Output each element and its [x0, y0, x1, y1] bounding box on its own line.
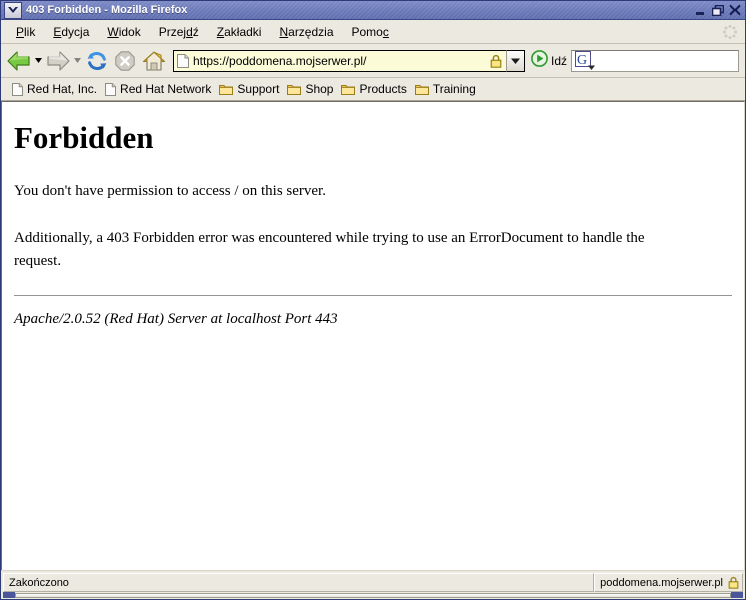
close-icon[interactable] — [727, 3, 742, 18]
navigation-toolbar: https://poddomena.mojserwer.pl/ Idź G — [1, 44, 745, 78]
go-button[interactable]: Idź — [531, 49, 567, 72]
bookmark-label: Red Hat Network — [120, 82, 212, 96]
menu-bar: Plik Edycja Widok Przejdź Zakładki Narzę… — [1, 20, 745, 44]
menu-przejdz[interactable]: Przejdź — [150, 23, 208, 41]
status-text: Zakończono — [3, 573, 595, 592]
bookmark-label: Shop — [305, 82, 334, 96]
resize-grip-left[interactable] — [3, 592, 15, 598]
bookmark-label: Red Hat, Inc. — [27, 82, 98, 96]
folder-icon — [287, 83, 302, 95]
padlock-icon[interactable] — [728, 576, 739, 589]
menu-edycja[interactable]: Edycja — [44, 23, 98, 41]
minimize-icon[interactable] — [693, 3, 708, 18]
bookmark-red-hat-inc[interactable]: Red Hat, Inc. — [9, 81, 102, 97]
folder-icon — [341, 83, 356, 95]
url-text: https://poddomena.mojserwer.pl/ — [193, 53, 367, 68]
security-domain-label: poddomena.mojserwer.pl — [600, 576, 723, 589]
url-dropdown-button[interactable] — [505, 49, 525, 72]
bookmark-folder-training[interactable]: Training — [412, 81, 481, 97]
forward-button — [44, 47, 72, 75]
svg-text:G: G — [577, 53, 587, 68]
url-input[interactable]: https://poddomena.mojserwer.pl/ — [173, 49, 506, 72]
go-icon — [531, 49, 548, 72]
error-message-secondary: Additionally, a 403 Forbidden error was … — [14, 230, 645, 269]
error-page: Forbidden You don't have permission to a… — [2, 102, 744, 330]
folder-icon — [219, 83, 234, 95]
back-button[interactable] — [5, 47, 33, 75]
status-bar: Zakończono poddomena.mojserwer.pl — [1, 570, 745, 592]
back-history-dropdown[interactable] — [33, 47, 44, 75]
chevron-down-icon[interactable] — [4, 1, 22, 19]
bookmark-label: Training — [432, 82, 476, 96]
bookmark-folder-products[interactable]: Products — [338, 81, 411, 97]
throbber-icon — [722, 24, 738, 40]
resize-bar[interactable] — [15, 592, 731, 598]
content-area: Forbidden You don't have permission to a… — [1, 101, 745, 570]
window-title: 403 Forbidden - Mozilla Firefox — [26, 4, 188, 16]
divider — [14, 295, 732, 296]
browser-window: 403 Forbidden - Mozilla Firefox Plik Edy… — [0, 0, 746, 600]
forward-history-dropdown — [72, 47, 83, 75]
page-title: Forbidden — [14, 120, 154, 155]
restore-icon[interactable] — [710, 3, 725, 18]
bookmark-red-hat-network[interactable]: Red Hat Network — [102, 81, 216, 97]
menu-pomoc[interactable]: Pomoc — [343, 23, 398, 41]
page-icon — [105, 82, 117, 96]
google-g-icon[interactable]: G — [575, 51, 597, 70]
security-indicator[interactable]: poddomena.mojserwer.pl — [594, 573, 743, 592]
page-icon — [12, 82, 23, 96]
bookmarks-toolbar: Red Hat, Inc. Red Hat Network Support Sh… — [1, 78, 745, 101]
menu-plik[interactable]: Plik — [7, 23, 44, 41]
location-bar[interactable]: https://poddomena.mojserwer.pl/ — [173, 49, 525, 72]
title-bar[interactable]: 403 Forbidden - Mozilla Firefox — [1, 1, 745, 20]
menu-narzedzia[interactable]: Narzędzia — [270, 23, 342, 41]
search-input[interactable]: G — [571, 49, 739, 72]
bookmark-folder-support[interactable]: Support — [216, 81, 284, 97]
bookmark-label: Products — [359, 82, 407, 96]
folder-icon — [414, 83, 429, 95]
reload-button[interactable] — [83, 47, 111, 75]
menu-zakladki[interactable]: Zakładki — [208, 23, 271, 41]
error-message-primary: You don't have permission to access / on… — [14, 183, 326, 199]
window-resize-strip[interactable] — [1, 592, 745, 599]
go-label: Idź — [550, 53, 567, 68]
padlock-icon[interactable] — [490, 54, 502, 68]
bookmark-label: Support — [237, 82, 280, 96]
page-icon — [177, 53, 189, 68]
menu-widok[interactable]: Widok — [98, 23, 149, 41]
resize-grip-right[interactable] — [731, 592, 743, 598]
window-controls — [693, 3, 743, 18]
server-signature: Apache/2.0.52 (Red Hat) Server at localh… — [14, 311, 338, 327]
home-button[interactable] — [139, 47, 169, 75]
bookmark-folder-shop[interactable]: Shop — [284, 81, 338, 97]
stop-button — [111, 47, 139, 75]
